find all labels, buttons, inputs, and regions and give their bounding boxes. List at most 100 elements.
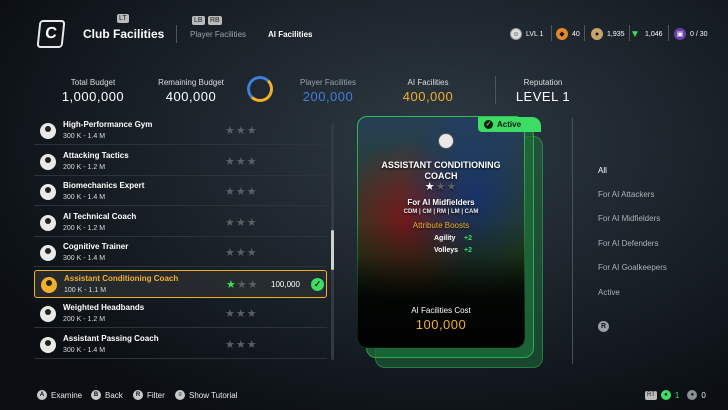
- star-icon: ★: [225, 338, 236, 351]
- card-target: For AI Midfielders: [407, 198, 475, 207]
- facility-stars: ★★★: [225, 246, 258, 259]
- facility-stars: ★★★: [225, 338, 258, 351]
- facility-row[interactable]: Weighted Headbands 200 K - 1.2 M ★★★: [34, 300, 327, 328]
- budget-ring-icon: [247, 76, 273, 102]
- star-icon: ★: [225, 308, 236, 320]
- facility-name: Attacking Tactics: [63, 150, 129, 160]
- rt-hint: RT: [645, 390, 657, 400]
- check-icon: ✓: [484, 120, 493, 129]
- filter-active[interactable]: Active: [598, 288, 620, 297]
- facility-name: AI Technical Coach: [63, 211, 137, 221]
- hint-filter[interactable]: R Filter: [133, 390, 165, 400]
- facility-row[interactable]: AI Technical Coach 200 K - 1.2 M ★★★: [34, 209, 327, 237]
- star-icon: ★: [225, 125, 236, 137]
- total-budget-label: Total Budget: [70, 78, 116, 87]
- rb-hint: RB: [208, 16, 222, 25]
- star-icon: ★: [235, 155, 247, 168]
- star-icon: ★: [235, 247, 247, 259]
- star-icon: ★: [225, 247, 236, 259]
- filter-all[interactable]: All: [598, 166, 607, 175]
- coins-stat: ● 1,935: [591, 28, 625, 40]
- stat-divider-2: [584, 25, 585, 41]
- coach-avatar-icon: [40, 306, 56, 322]
- page-title: Club Facilities: [83, 27, 165, 41]
- card-positions: CDM | CM | RM | LM | CAM: [403, 209, 479, 215]
- facility-row[interactable]: Assistant Passing Coach 300 K - 1.4 M ★★★: [34, 331, 327, 359]
- facility-name: High-Performance Gym: [63, 120, 153, 129]
- level-value: LVL 1: [526, 30, 544, 38]
- facility-name: Biomechanics Expert: [63, 181, 145, 190]
- facility-price-range: 200 K - 1.2 M: [63, 316, 106, 323]
- facility-row[interactable]: Attacking Tactics 200 K - 1.2 M ★★★: [34, 148, 327, 176]
- xp-icon: ◆: [556, 28, 568, 40]
- lb-hint: LB: [192, 16, 205, 25]
- ai-facilities-value: 400,000: [402, 89, 454, 104]
- filter-ai-midfielders[interactable]: For AI Midfielders: [598, 214, 660, 223]
- hint-show-tutorial[interactable]: ≡ Show Tutorial: [175, 390, 237, 400]
- card-stars: ★★★: [420, 180, 462, 193]
- hint-filter-label: Filter: [147, 390, 165, 400]
- star-icon: ★: [226, 278, 237, 291]
- star-icon: ★: [225, 216, 236, 229]
- hint-examine[interactable]: A Examine: [37, 390, 82, 400]
- facility-row[interactable]: Assistant Conditioning Coach 100 K - 1.1 …: [34, 269, 327, 298]
- coach-avatar-icon: [40, 336, 56, 353]
- facility-stars: ★★★: [225, 124, 258, 137]
- filter-ai-goalkeepers[interactable]: For AI Goalkeepers: [598, 263, 667, 272]
- stat-divider-1: [551, 25, 552, 41]
- facility-stars: ★★★: [225, 216, 258, 229]
- hint-back[interactable]: B Back: [91, 390, 123, 400]
- hint-examine-label: Examine: [51, 390, 83, 400]
- facility-row[interactable]: Biomechanics Expert 300 K - 1.4 M ★★★: [34, 178, 327, 206]
- tab-ai-facilities[interactable]: AI Facilities: [268, 30, 312, 39]
- footer-counters: RT ● 1 ● 0: [645, 390, 706, 400]
- facility-row[interactable]: Cognitive Trainer 300 K - 1.4 M ★★★: [34, 239, 327, 267]
- player-facilities-value: 200,000: [302, 89, 354, 104]
- inactive-count-icon: ●: [687, 390, 698, 400]
- filter-ai-attackers[interactable]: For AI Attackers: [598, 190, 654, 199]
- star-icon: ★: [446, 181, 458, 193]
- points-stat: ▼ 1,046: [629, 28, 662, 40]
- active-badge-label: Active: [497, 120, 522, 129]
- slots-icon: ▣: [674, 28, 686, 40]
- coach-avatar-icon: [40, 214, 56, 231]
- facility-stars: ★★★: [225, 155, 258, 168]
- star-icon: ★: [435, 181, 447, 193]
- star-icon: ★: [235, 308, 247, 320]
- tab-player-facilities[interactable]: Player Facilities: [190, 30, 246, 39]
- facility-price-range: 300 K - 1.4 M: [63, 255, 106, 262]
- star-icon: ★: [246, 186, 258, 198]
- facility-stars: ★★★: [226, 278, 259, 291]
- coach-avatar-icon: [40, 123, 56, 139]
- filter-ai-defenders[interactable]: For AI Defenders: [598, 239, 658, 248]
- boost-agility-value: +2: [464, 235, 472, 242]
- star-icon: ★: [236, 278, 248, 291]
- star-icon: ★: [235, 125, 247, 137]
- star-icon: ★: [225, 186, 236, 198]
- app-logo: C: [36, 20, 66, 48]
- xp-stat: ◆ 40: [556, 28, 580, 40]
- facility-price-range: 200 K - 1.2 M: [63, 163, 106, 171]
- card-title: ASSISTANT CONDITIONING COACH: [357, 160, 525, 182]
- active-badge: ✓ Active: [478, 117, 541, 132]
- reputation-value: LEVEL 1: [515, 89, 571, 104]
- facility-row[interactable]: High-Performance Gym 300 K - 1.4 M ★★★: [34, 117, 327, 145]
- title-divider: [176, 25, 177, 43]
- list-scrollbar-thumb[interactable]: [331, 230, 334, 270]
- facility-price-range: 200 K - 1.2 M: [63, 224, 106, 232]
- star-icon: ★: [235, 216, 247, 229]
- slots-value: 0 / 30: [690, 30, 708, 38]
- star-icon: ★: [424, 181, 436, 193]
- hint-back-label: Back: [105, 390, 123, 400]
- facility-name: Assistant Conditioning Coach: [64, 273, 179, 283]
- active-count-icon: ●: [660, 390, 671, 400]
- total-budget-value: 1,000,000: [61, 89, 125, 104]
- coach-avatar-icon: [40, 184, 56, 200]
- star-icon: ★: [235, 186, 247, 198]
- facility-price-range: 300 K - 1.4 M: [63, 194, 106, 201]
- active-count-value: 1: [674, 390, 680, 400]
- facility-price-range: 100 K - 1.1 M: [64, 286, 107, 294]
- coach-avatar-icon: [40, 245, 56, 261]
- facility-name: Weighted Headbands: [63, 303, 145, 312]
- card-title-line1: ASSISTANT CONDITIONING: [381, 160, 501, 170]
